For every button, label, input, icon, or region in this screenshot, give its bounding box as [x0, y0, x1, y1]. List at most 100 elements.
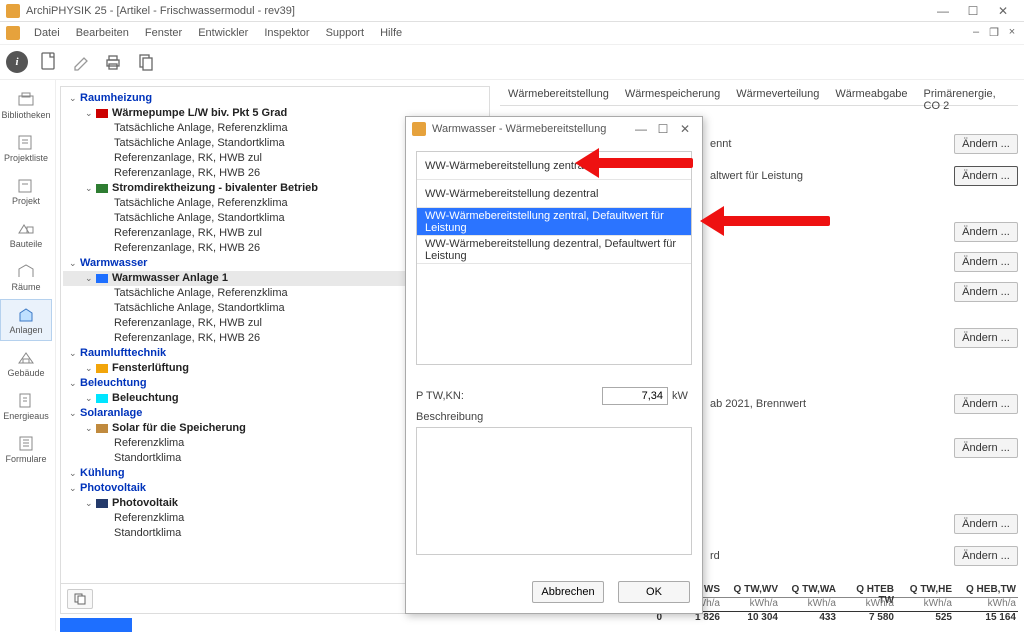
dialog-max-icon[interactable]: ☐	[652, 122, 674, 136]
mdi-min-icon[interactable]: –	[968, 26, 984, 40]
description-textarea[interactable]	[416, 427, 692, 555]
mdi-close-icon[interactable]: ×	[1004, 26, 1020, 40]
copy-icon[interactable]	[134, 51, 156, 73]
window-titlebar: ArchiPHYSIK 25 - [Artikel - Frischwasser…	[0, 0, 1024, 22]
change-button[interactable]: Ändern ...	[954, 328, 1018, 348]
close-button[interactable]: ✕	[988, 4, 1018, 18]
nav-icon	[16, 219, 36, 237]
change-button[interactable]: Ändern ...	[954, 438, 1018, 458]
col-unit: kWh/a	[956, 598, 1018, 612]
nav-formulare[interactable]: Formulare	[0, 428, 52, 470]
tab-waermespeicherung[interactable]: Wärmespeicherung	[617, 86, 728, 105]
change-button[interactable]: Ändern ...	[954, 546, 1018, 566]
app-menu-icon	[6, 26, 20, 40]
nav-icon	[16, 262, 36, 280]
p-tw-kn-label: P TW,KN:	[416, 390, 602, 402]
change-button[interactable]: Ändern ...	[954, 252, 1018, 272]
col-unit: kWh/a	[898, 598, 956, 612]
ok-button[interactable]: OK	[618, 581, 690, 603]
mdi-restore-icon[interactable]: ❐	[986, 26, 1002, 40]
menu-inspektor[interactable]: Inspektor	[256, 27, 317, 39]
edit-icon[interactable]	[70, 51, 92, 73]
col-header: Q TW,WA	[782, 584, 840, 598]
nav-icon	[16, 133, 36, 151]
maximize-button[interactable]: ☐	[958, 4, 988, 18]
nav-label: Energieaus	[3, 411, 49, 421]
change-button[interactable]: Ändern ...	[954, 134, 1018, 154]
new-document-icon[interactable]	[38, 51, 60, 73]
option-item[interactable]: WW-Wärmebereitstellung zentral	[417, 152, 691, 180]
tab-waermeabgabe[interactable]: Wärmeabgabe	[827, 86, 915, 105]
info-icon[interactable]: i	[6, 51, 28, 73]
nav-anlagen[interactable]: Anlagen	[0, 299, 52, 341]
dialog-title: Warmwasser - Wärmebereitstellung	[432, 123, 630, 135]
cell-value: 10 304	[724, 612, 782, 626]
menu-bearbeiten[interactable]: Bearbeiten	[68, 27, 137, 39]
col-header: Q HTEB TW	[840, 584, 898, 598]
cell-value: 1 826	[666, 612, 724, 626]
option-item[interactable]: WW-Wärmebereitstellung dezentral	[417, 180, 691, 208]
nav-projekt[interactable]: Projekt	[0, 170, 52, 212]
tab-primaerenergie[interactable]: Primärenergie, CO 2	[916, 86, 1018, 105]
change-button[interactable]: Ändern ...	[954, 282, 1018, 302]
cell-value: 15 164	[956, 612, 1018, 626]
col-header: Q TW,HE	[898, 584, 956, 598]
nav-icon	[16, 305, 36, 323]
change-button[interactable]: Ändern ...	[954, 166, 1018, 186]
col-unit: kWh/a	[782, 598, 840, 612]
tab-waermeverteilung[interactable]: Wärmeverteilung	[728, 86, 827, 105]
menu-fenster[interactable]: Fenster	[137, 27, 190, 39]
dialog-titlebar[interactable]: Warmwasser - Wärmebereitstellung — ☐ ✕	[406, 117, 702, 141]
nav-label: Anlagen	[9, 325, 42, 335]
change-button[interactable]: Ändern ...	[954, 514, 1018, 534]
menu-support[interactable]: Support	[318, 27, 373, 39]
detail-tabs: Wärmebereitstellung Wärmespeicherung Wär…	[500, 86, 1018, 106]
nav-räume[interactable]: Räume	[0, 256, 52, 298]
menubar: Datei Bearbeiten Fenster Entwickler Insp…	[0, 22, 1024, 44]
window-title: ArchiPHYSIK 25 - [Artikel - Frischwasser…	[26, 5, 928, 17]
nav-label: Räume	[11, 282, 40, 292]
cell-value: 433	[782, 612, 840, 626]
app-icon	[6, 4, 20, 18]
cell-value: 7 580	[840, 612, 898, 626]
description-label: Beschreibung	[416, 411, 692, 423]
nav-label: Formulare	[5, 454, 46, 464]
menu-datei[interactable]: Datei	[26, 27, 68, 39]
dialog-min-icon[interactable]: —	[630, 122, 652, 136]
nav-energieaus[interactable]: Energieaus	[0, 385, 52, 427]
option-item[interactable]: WW-Wärmebereitstellung zentral, Defaultw…	[417, 208, 691, 236]
nav-icon	[16, 176, 36, 194]
p-tw-kn-input[interactable]	[602, 387, 668, 405]
nav-gebäude[interactable]: Gebäude	[0, 342, 52, 384]
print-icon[interactable]	[102, 51, 124, 73]
change-button[interactable]: Ändern ...	[954, 222, 1018, 242]
progress-bar	[60, 618, 132, 632]
nav-icon	[16, 434, 36, 452]
nav-label: Bauteile	[10, 239, 43, 249]
nav-label: Projektliste	[4, 153, 48, 163]
dialog-close-icon[interactable]: ✕	[674, 122, 696, 136]
nav-bauteile[interactable]: Bauteile	[0, 213, 52, 255]
option-list[interactable]: WW-Wärmebereitstellung zentralWW-Wärmebe…	[416, 151, 692, 365]
nav-bibliotheken[interactable]: Bibliotheken	[0, 84, 52, 126]
change-button[interactable]: Ändern ...	[954, 394, 1018, 414]
cell-value: 0	[608, 612, 666, 626]
col-header: Q HEB,TW	[956, 584, 1018, 598]
menu-hilfe[interactable]: Hilfe	[372, 27, 410, 39]
nav-sidebar: Bibliotheken Projektliste Projekt Bauteile R…	[0, 80, 56, 631]
nav-label: Gebäude	[7, 368, 44, 378]
duplicate-button[interactable]	[67, 589, 93, 609]
nav-projektliste[interactable]: Projektliste	[0, 127, 52, 169]
col-unit: kWh/a	[724, 598, 782, 612]
tab-waermebereitstellung[interactable]: Wärmebereitstellung	[500, 86, 617, 105]
option-item[interactable]: WW-Wärmebereitstellung dezentral, Defaul…	[417, 236, 691, 264]
nav-icon	[16, 348, 36, 366]
nav-icon	[16, 391, 36, 409]
menu-entwickler[interactable]: Entwickler	[190, 27, 256, 39]
col-header: Q TW,WV	[724, 584, 782, 598]
minimize-button[interactable]: —	[928, 4, 958, 18]
cancel-button[interactable]: Abbrechen	[532, 581, 604, 603]
nav-label: Projekt	[12, 196, 40, 206]
tree-row[interactable]: ⌄Raumheizung	[63, 91, 487, 106]
toolbar: i	[0, 44, 1024, 80]
